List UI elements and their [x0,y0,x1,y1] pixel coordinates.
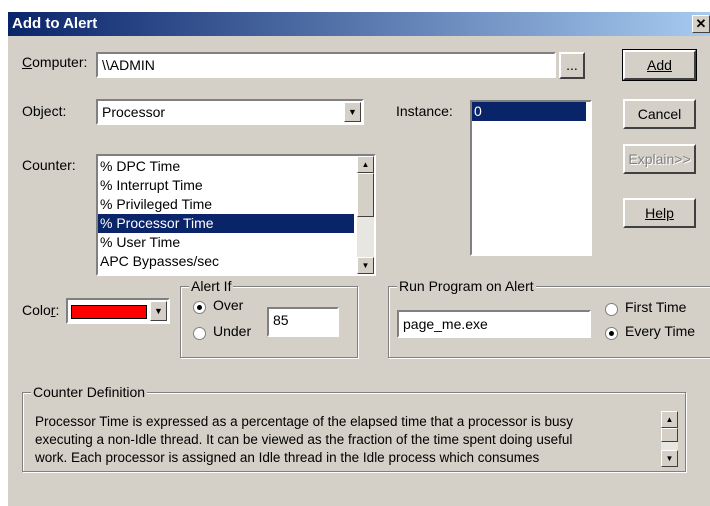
definition-line: work. Each processor is assigned an Idle… [35,450,540,465]
counter-scrollbar[interactable]: ▲ ▼ [357,156,374,274]
run-program-group: Run Program on Alert page_me.exe First T… [388,278,710,358]
cancel-button[interactable]: Cancel [623,99,696,129]
over-label[interactable]: Over [213,297,243,313]
color-label-hotkey: r [50,302,56,318]
title-bar: Add to Alert ✕ [8,12,710,36]
counter-definition-text: Processor Time is expressed as a percent… [35,413,651,467]
instance-label: Instance: [396,103,453,119]
window-title: Add to Alert [12,15,98,32]
object-dropdown[interactable]: Processor ▼ [96,99,364,125]
computer-field[interactable]: \\ADMIN [96,52,556,78]
close-button[interactable]: ✕ [692,15,710,33]
close-icon[interactable]: ✕ [696,16,707,31]
help-label: Help [645,205,674,221]
over-radio[interactable] [193,301,206,314]
scroll-thumb[interactable] [357,173,374,217]
counter-definition-title: Counter Definition [31,384,148,400]
scroll-down-icon[interactable]: ▼ [357,257,374,274]
counter-definition-group: Counter Definition Processor Time is exp… [22,384,686,472]
counter-item-selected[interactable]: % Processor Time [98,214,354,233]
alert-threshold-value: 85 [273,312,289,328]
color-label: Color: [22,302,60,318]
color-swatch [71,305,147,319]
computer-value: \\ADMIN [102,57,155,73]
first-time-radio[interactable] [605,303,618,316]
help-button[interactable]: Help [623,198,696,228]
definition-scrollbar[interactable]: ▲ ▼ [661,411,678,467]
every-time-label[interactable]: Every Time [625,323,695,339]
run-program-title: Run Program on Alert [397,278,536,294]
chevron-down-icon[interactable]: ▼ [344,102,361,122]
counter-item[interactable]: % Interrupt Time [98,176,354,195]
alert-if-group: Alert If Over Under 85 [180,278,358,358]
counter-item[interactable]: APC Bypasses/sec [98,252,354,271]
add-to-alert-dialog: Add to Alert ✕ Computer: \\ADMIN ... Add… [8,12,710,506]
object-label: Object: [22,103,67,119]
counter-label: Counter: [22,157,76,173]
scroll-up-icon[interactable]: ▲ [357,156,374,173]
browse-computer-button[interactable]: ... [559,52,585,79]
object-value: Processor [102,104,166,120]
definition-line: executing a non-Idle thread. It can be v… [35,432,573,447]
browse-label: ... [566,57,578,73]
run-program-value: page_me.exe [403,316,488,332]
color-label-text: Colo [22,302,51,318]
add-label: Add [647,57,672,73]
definition-line: Processor Time is expressed as a percent… [35,414,574,429]
counter-list[interactable]: % DPC Time % Interrupt Time % Privileged… [96,154,376,276]
scroll-down-icon[interactable]: ▼ [661,450,678,467]
explain-button[interactable]: Explain>> [623,144,696,174]
every-time-radio[interactable] [605,327,618,340]
cancel-label: Cancel [637,106,682,122]
under-radio[interactable] [193,327,206,340]
chevron-down-icon[interactable]: ▼ [150,301,167,321]
instance-list[interactable]: 0 [470,100,592,256]
alert-threshold-input[interactable]: 85 [267,307,339,337]
computer-label: Computer: [22,54,88,70]
first-time-label[interactable]: First Time [625,299,686,315]
counter-item[interactable]: % DPC Time [98,157,354,176]
instance-item-0[interactable]: 0 [472,102,586,121]
counter-item[interactable]: % Privileged Time [98,195,354,214]
add-button[interactable]: Add [622,49,697,81]
counter-item[interactable]: % User Time [98,233,354,252]
under-label[interactable]: Under [213,323,251,339]
scroll-up-icon[interactable]: ▲ [661,411,678,428]
explain-label: Explain>> [628,151,691,167]
run-program-input[interactable]: page_me.exe [397,310,591,338]
color-dropdown[interactable]: ▼ [66,298,170,324]
scroll-thumb[interactable] [661,428,678,442]
computer-label-rest: omputer: [32,54,88,70]
alert-if-title: Alert If [189,278,234,294]
